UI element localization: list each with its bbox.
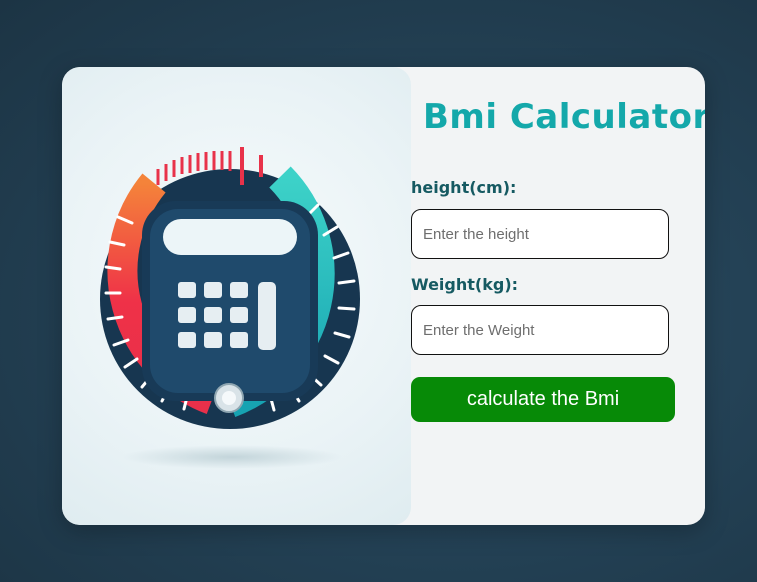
weight-input[interactable] — [411, 305, 669, 355]
calculator-gauge-icon — [100, 147, 360, 469]
bmi-illustration — [62, 67, 411, 525]
calculate-bmi-button[interactable]: calculate the Bmi — [411, 377, 675, 422]
bmi-form: Bmi Calculator height(cm): Weight(kg): c… — [411, 67, 705, 525]
weight-label: Weight(kg): — [411, 275, 519, 294]
height-label: height(cm): — [411, 178, 517, 197]
bmi-card: Bmi Calculator height(cm): Weight(kg): c… — [62, 67, 705, 525]
page-title: Bmi Calculator — [423, 97, 705, 137]
height-input[interactable] — [411, 209, 669, 259]
